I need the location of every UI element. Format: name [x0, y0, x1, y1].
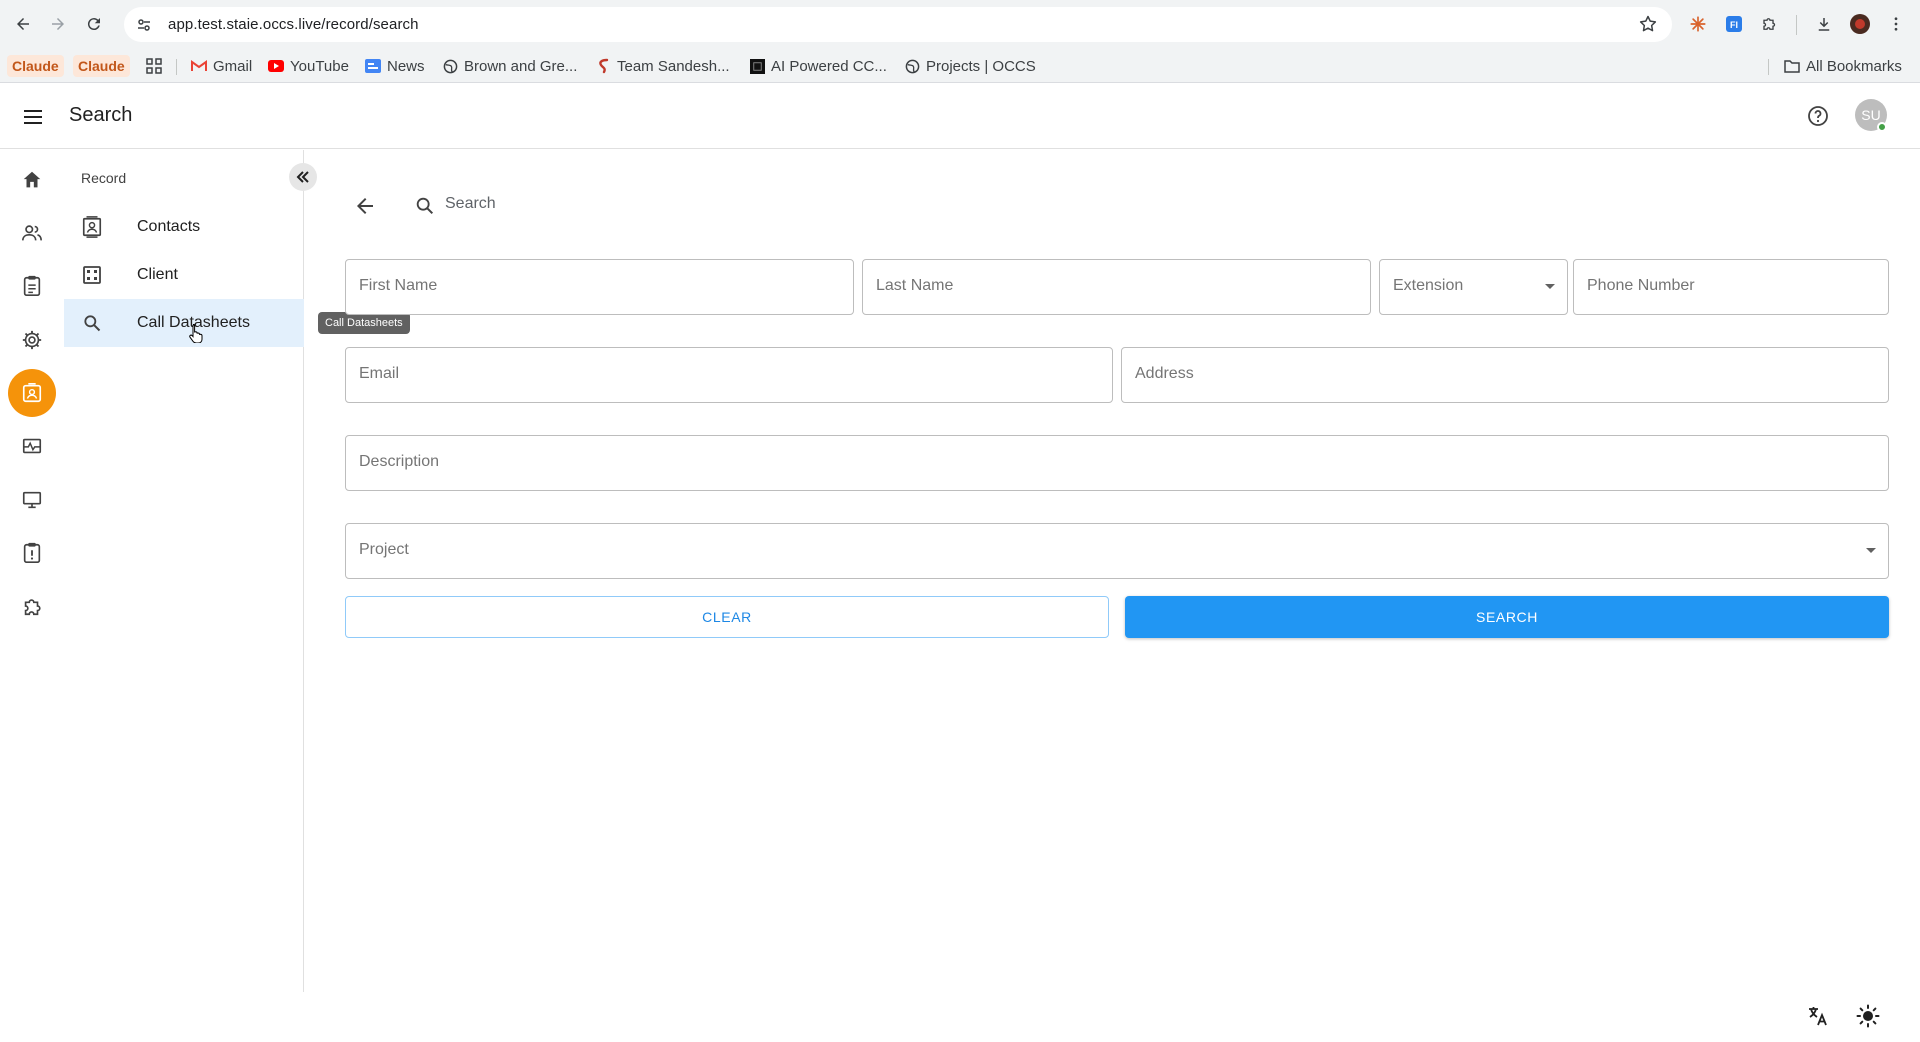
download-icon[interactable] [1812, 12, 1836, 36]
toolbar-divider [1796, 15, 1797, 35]
bookmark-gmail[interactable]: Gmail [191, 55, 252, 77]
bookmark-claude-2[interactable]: Claude [73, 55, 130, 77]
sandesh-icon [595, 58, 611, 74]
plugin-icon[interactable] [8, 582, 56, 630]
description-field[interactable]: Description [345, 435, 1889, 491]
forward-icon[interactable] [45, 11, 71, 37]
extensions-puzzle-icon[interactable] [1758, 12, 1782, 36]
bookmarks-bar: Claude Claude Gmail YouTube News Brown a… [0, 49, 1920, 83]
subnav-item-client[interactable]: Client [64, 251, 304, 299]
bookmark-youtube[interactable]: YouTube [268, 55, 349, 77]
page-title: Search [69, 104, 133, 126]
chrome-menu-icon[interactable] [1884, 12, 1908, 36]
icon-rail [0, 150, 64, 992]
reload-icon[interactable] [81, 11, 107, 37]
subnav-item-contacts[interactable]: Contacts [64, 203, 304, 251]
extension-select[interactable]: Extension [1379, 259, 1568, 315]
bookmark-news[interactable]: News [365, 55, 425, 77]
phone-number-field[interactable]: Phone Number [1573, 259, 1889, 315]
users-icon[interactable] [8, 209, 56, 257]
bookmark-claude-1[interactable]: Claude [7, 55, 64, 77]
search-button[interactable]: SEARCH [1125, 596, 1889, 638]
brightness-icon[interactable] [1856, 1004, 1880, 1028]
address-bar[interactable]: app.test.staie.occs.live/record/search [124, 7, 1672, 42]
collapse-sidebar-button[interactable] [289, 163, 317, 191]
bookmark-ai-powered[interactable]: AI Powered CC... [749, 55, 887, 77]
record-subnav: Record Contacts Client Call Datasheets [64, 150, 304, 992]
settings-icon[interactable] [8, 316, 56, 364]
address-field[interactable]: Address [1121, 347, 1889, 403]
chevron-double-left-icon [295, 169, 311, 185]
dropdown-arrow-icon [1545, 284, 1555, 289]
bookmark-projects-occs[interactable]: Projects | OCCS [904, 55, 1036, 77]
search-label: Search [445, 195, 496, 212]
clear-button[interactable]: CLEAR [345, 596, 1109, 638]
site-info-icon[interactable] [134, 15, 154, 35]
browser-toolbar: app.test.staie.occs.live/record/search F… [0, 0, 1920, 49]
profile-icon[interactable] [1848, 12, 1872, 36]
all-bookmarks[interactable]: All Bookmarks [1784, 55, 1902, 77]
youtube-icon [268, 58, 284, 74]
first-name-field[interactable]: First Name [345, 259, 854, 315]
translate-icon[interactable] [1806, 1004, 1830, 1028]
svg-text:FI: FI [1730, 20, 1738, 30]
bookmark-divider [1768, 59, 1769, 75]
online-status-dot [1877, 122, 1887, 132]
monitor-icon[interactable] [8, 476, 56, 524]
clipboard-icon[interactable] [8, 262, 56, 310]
claude-extension-icon[interactable] [1686, 12, 1710, 36]
contacts-icon [80, 215, 104, 239]
bookmark-team-sandesh[interactable]: Team Sandesh... [595, 55, 730, 77]
globe-icon [904, 58, 920, 74]
ai-icon [749, 58, 765, 74]
app-header: Search SU [0, 84, 1920, 149]
menu-icon[interactable] [20, 105, 46, 129]
search-icon [414, 195, 436, 217]
news-icon [365, 58, 381, 74]
home-icon[interactable] [8, 156, 56, 204]
bookmark-divider [176, 59, 177, 75]
tooltip: Call Datasheets [318, 312, 410, 334]
gmail-icon [191, 58, 207, 74]
last-name-field[interactable]: Last Name [862, 259, 1371, 315]
search-icon [80, 311, 104, 335]
dropdown-arrow-icon [1866, 548, 1876, 553]
fi-extension-icon[interactable]: FI [1722, 12, 1746, 36]
subnav-heading: Record [81, 170, 127, 186]
project-select[interactable]: Project [345, 523, 1889, 579]
activity-icon[interactable] [8, 422, 56, 470]
report-icon[interactable] [8, 529, 56, 577]
email-field[interactable]: Email [345, 347, 1113, 403]
help-icon[interactable] [1806, 104, 1830, 128]
mouse-cursor-icon [189, 323, 203, 343]
back-arrow-icon[interactable] [353, 194, 377, 218]
back-icon[interactable] [10, 11, 36, 37]
folder-icon [1784, 58, 1800, 74]
url-text: app.test.staie.occs.live/record/search [168, 16, 419, 33]
subnav-item-call-datasheets[interactable]: Call Datasheets [64, 299, 304, 347]
record-icon[interactable] [8, 369, 56, 417]
apps-grid-icon[interactable] [146, 55, 162, 77]
bookmark-brown-and-green[interactable]: Brown and Gre... [442, 55, 577, 77]
globe-icon [442, 58, 458, 74]
bookmark-star-icon[interactable] [1638, 14, 1658, 34]
client-icon [80, 263, 104, 287]
